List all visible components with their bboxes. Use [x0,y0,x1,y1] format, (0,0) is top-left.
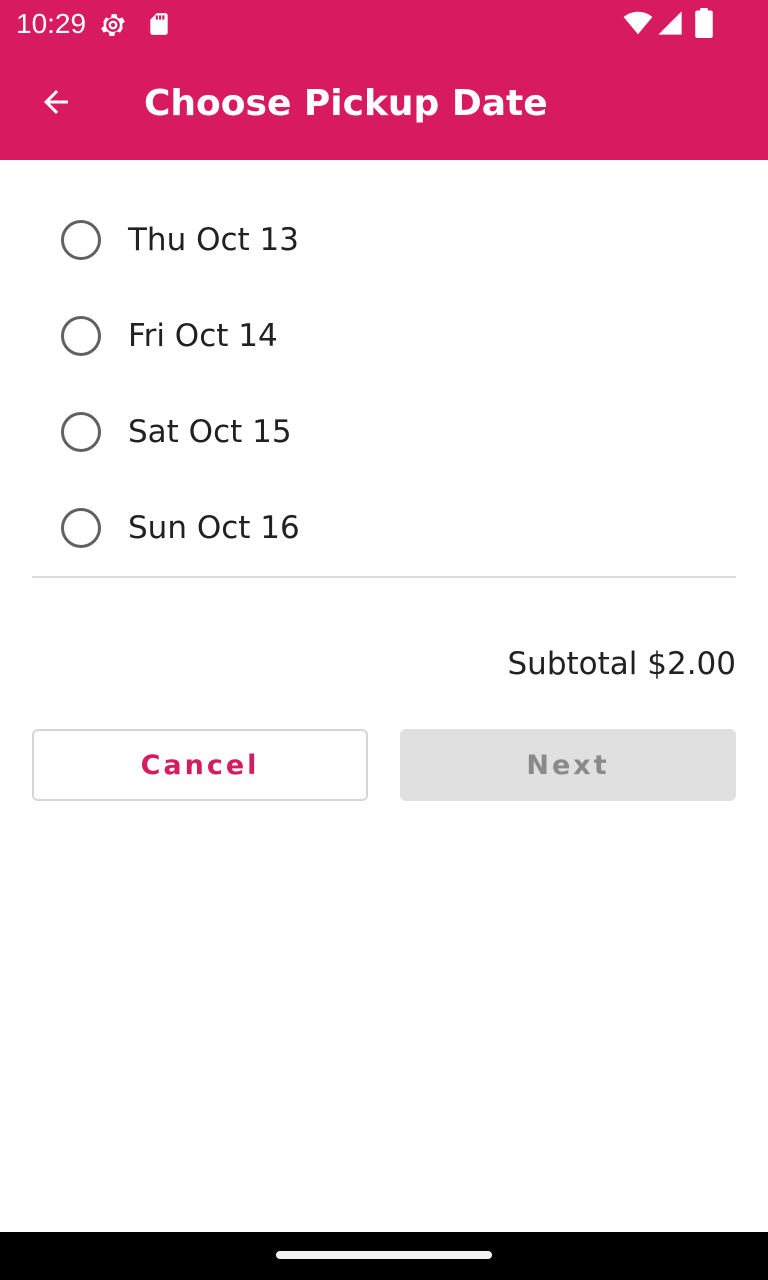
page-title: Choose Pickup Date [144,83,548,124]
date-option-label: Thu Oct 13 [128,222,299,258]
arrow-back-icon [38,84,74,125]
divider [32,576,736,578]
date-option[interactable]: Thu Oct 13 [0,192,768,288]
wifi-icon [622,8,653,36]
screen: 10:29 Choose Pickup Date Thu Oct 13 Fri … [0,0,768,1280]
date-option[interactable]: Sun Oct 16 [0,480,768,576]
status-bar: 10:29 [0,0,768,48]
date-option-label: Fri Oct 14 [128,318,278,354]
cancel-button[interactable]: Cancel [32,729,368,801]
date-option[interactable]: Sat Oct 15 [0,384,768,480]
subtotal-text: Subtotal $2.00 [507,646,737,682]
pickup-date-options: Thu Oct 13 Fri Oct 14 Sat Oct 15 Sun Oct… [0,192,768,576]
radio-button[interactable] [61,316,101,356]
radio-button[interactable] [61,508,101,548]
back-button[interactable] [24,72,88,136]
date-option[interactable]: Fri Oct 14 [0,288,768,384]
radio-button[interactable] [61,412,101,452]
radio-button[interactable] [61,220,101,260]
app-bar: Choose Pickup Date [0,48,768,160]
battery-icon [694,8,722,38]
date-option-label: Sat Oct 15 [128,414,292,450]
next-button[interactable]: Next [400,729,736,801]
cellular-signal-icon [656,8,684,36]
date-option-label: Sun Oct 16 [128,510,300,546]
home-gesture-handle[interactable] [276,1251,492,1259]
sd-card-icon [146,10,174,38]
settings-gear-icon [98,10,126,38]
status-time: 10:29 [16,8,87,39]
navigation-bar [0,1232,768,1280]
